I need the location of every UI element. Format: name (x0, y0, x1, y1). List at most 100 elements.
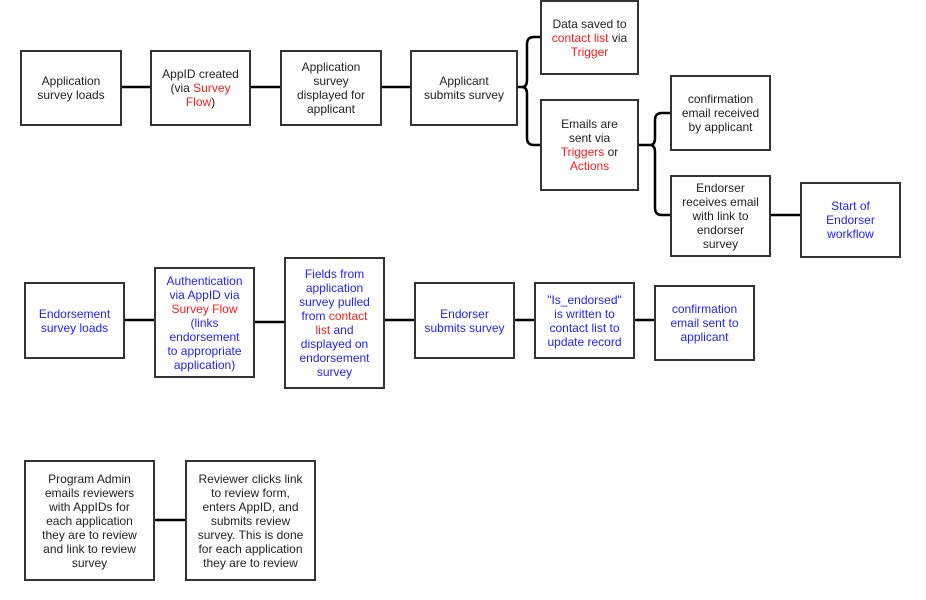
box-text-line: with AppIDs for (49, 500, 130, 514)
text-segment: submits survey (423, 88, 505, 102)
bracket-connector (517, 35, 540, 147)
box-application-survey-loads: Application survey loads (20, 50, 122, 126)
box-text-line: Reviewer clicks link (198, 472, 302, 486)
text-segment: via (608, 30, 628, 45)
box-text-line: and link to review (43, 542, 136, 556)
box-text-line: "Is_endorsed" (547, 293, 622, 307)
box-authentication-via-appid: Authentication via AppID via Survey Flow (l… (154, 267, 255, 378)
text-segment: applicant (680, 330, 729, 344)
box-text-line: confirmation (672, 302, 737, 316)
highlighted-term: contact (328, 309, 368, 323)
text-segment: Emails are (561, 117, 618, 131)
box-text-line: Application (42, 74, 101, 88)
highlighted-term: Survey Flow (171, 301, 238, 316)
box-text-line: AppID created (162, 67, 239, 81)
box-program-admin-emails-reviewers: Program Admin emails reviewers with AppIDs… (24, 460, 155, 581)
text-segment: Fields from (304, 267, 365, 281)
text-segment: Start of (831, 199, 870, 213)
box-text-line: endorser (697, 223, 744, 237)
box-text-line: Fields from (305, 267, 364, 281)
box-text-line: is written to (554, 307, 615, 321)
text-segment: sent via (568, 131, 611, 145)
box-text-line: sent via (569, 131, 610, 145)
text-segment: from (301, 309, 329, 323)
text-segment: endorsement (169, 329, 240, 344)
text-segment: Endorser (440, 306, 489, 321)
box-text-line: survey. This is done (198, 528, 304, 542)
highlighted-term: Trigger (570, 44, 609, 59)
text-segment: receives email (682, 195, 759, 209)
text-segment: applicant (306, 102, 356, 116)
text-segment: endorsement (299, 351, 370, 365)
box-text-line: emails reviewers (45, 486, 134, 500)
box-text-line: contact list to (549, 321, 619, 335)
text-segment: Application (41, 74, 101, 88)
text-segment: AppID created (162, 67, 239, 81)
box-text-line: displayed on (301, 337, 368, 351)
highlighted-term: list (315, 323, 331, 337)
box-text-line: they are to review (203, 556, 298, 570)
bracket-connector (638, 111, 670, 217)
box-text-line: displayed for (297, 88, 365, 102)
box-fields-pulled-from-contact-list: Fields from application survey pulled from … (284, 257, 385, 389)
text-segment: contact list to (549, 320, 620, 335)
box-endorsement-survey-loads: Endorsement survey loads (24, 282, 125, 359)
text-segment: with link to (692, 209, 749, 223)
box-endorser-receives-email: Endorser receives email with link to endors… (670, 175, 771, 257)
box-text-line: Endorser (440, 307, 489, 321)
box-text-line: applicant (307, 102, 355, 116)
text-segment: for each application (198, 541, 303, 556)
box-application-survey-displayed: Application survey displayed for applicant (280, 50, 382, 126)
text-segment: enters AppID, and (202, 499, 299, 514)
box-text-line: email sent to (670, 316, 738, 330)
box-text-line: Authentication (166, 274, 242, 288)
box-text-line: endorsement (299, 351, 369, 365)
text-segment: survey loads (40, 320, 109, 335)
text-segment: with AppIDs for (49, 499, 130, 514)
box-text-line: (links (190, 316, 218, 330)
text-segment: Program Admin (48, 471, 131, 486)
text-segment: and (330, 323, 354, 337)
box-text-line: Start of (831, 199, 870, 213)
text-segment: Authentication (166, 273, 243, 288)
box-text-line: endorsement (169, 330, 239, 344)
box-text-line: Emails are (561, 117, 618, 131)
box-text-line: enters AppID, and (202, 500, 298, 514)
text-segment: Applicant (439, 74, 489, 88)
box-text-line: survey loads (41, 321, 108, 335)
box-text-line: via AppID via (169, 288, 239, 302)
box-text-line: Endorser (826, 213, 875, 227)
text-segment: Endorsement (38, 306, 111, 321)
highlighted-term: Flow (185, 95, 212, 109)
text-segment: submits review (210, 513, 291, 528)
box-emails-sent: Emails are sent via Triggers or Actions (540, 99, 639, 191)
text-segment: survey. This is done (197, 527, 304, 542)
highlighted-term: Actions (569, 159, 610, 173)
box-text-line: Data saved to (552, 17, 626, 31)
box-text-line: list and (315, 323, 353, 337)
box-is-endorsed-written: "Is_endorsed" is written to contact list t… (534, 282, 635, 359)
box-text-line: Endorser (696, 181, 745, 195)
box-text-line: submits survey (424, 88, 504, 102)
box-text-line: application) (174, 358, 235, 372)
box-reviewer-clicks-link: Reviewer clicks link to review form, enter… (185, 460, 316, 581)
text-segment: Application (301, 60, 361, 74)
highlighted-term: contact list (551, 30, 609, 45)
text-segment: endorser (696, 223, 745, 237)
text-segment: Endorser (696, 181, 745, 195)
text-segment: ) (211, 95, 216, 109)
text-segment: survey (702, 237, 739, 251)
box-text-line: confirmation (688, 92, 753, 106)
text-segment: each application (46, 513, 133, 528)
highlighted-term: Triggers (560, 145, 605, 159)
box-text-line: workflow (827, 227, 874, 241)
text-segment: Reviewer clicks link (198, 471, 303, 486)
box-text-line: Program Admin (48, 472, 131, 486)
box-confirmation-email-received: confirmation email received by applicant (670, 75, 771, 151)
box-confirmation-email-sent: confirmation email sent to applicant (654, 285, 755, 361)
box-text-line: Triggers or (561, 145, 619, 159)
box-data-saved-contact-list: Data saved to contact list via Trigger (540, 0, 639, 75)
box-text-line: Flow) (186, 95, 215, 109)
box-text-line: submits review (211, 514, 290, 528)
text-segment: survey pulled (299, 295, 370, 309)
